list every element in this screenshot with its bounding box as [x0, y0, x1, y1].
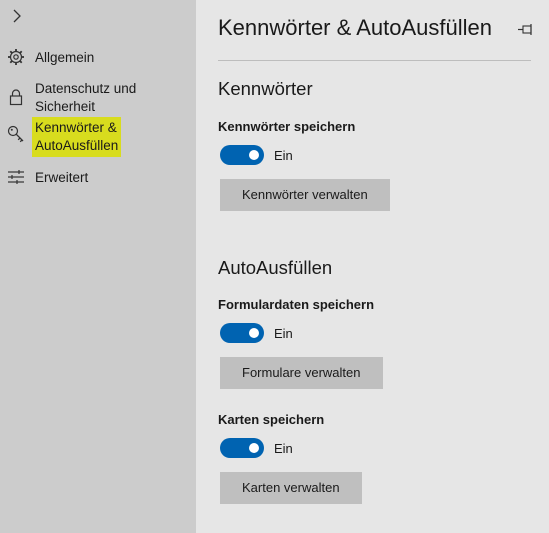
- sidebar: Allgemein Datenschutz und Sicherheit Ken…: [0, 0, 196, 533]
- sidebar-item-label-line1: Kennwörter &: [35, 120, 117, 135]
- sidebar-item-erweitert[interactable]: Erweitert: [0, 167, 196, 189]
- chevron-right-icon[interactable]: [9, 8, 25, 24]
- kennwoerter-verwalten-button[interactable]: Kennwörter verwalten: [220, 179, 390, 211]
- toggle-formulardaten-speichern[interactable]: [220, 323, 264, 343]
- setting-label-formulardaten-speichern: Formulardaten speichern: [218, 297, 375, 312]
- sidebar-item-kennwoerter[interactable]: Kennwörter & AutoAusfüllen: [0, 117, 196, 159]
- lock-icon: [9, 89, 23, 106]
- sliders-icon: [8, 170, 24, 184]
- sidebar-item-allgemein[interactable]: Allgemein: [0, 47, 196, 69]
- toggle-knob: [249, 443, 259, 453]
- toggle-state-text: Ein: [274, 441, 293, 456]
- setting-label-karten-speichern: Karten speichern: [218, 412, 325, 427]
- sidebar-item-label-line2: Sicherheit: [35, 99, 96, 114]
- toggle-kennwoerter-speichern[interactable]: [220, 145, 264, 165]
- toggle-state-text: Ein: [274, 326, 293, 341]
- setting-label-kennwoerter-speichern: Kennwörter speichern: [218, 119, 356, 134]
- active-item-highlight: Kennwörter & AutoAusfüllen: [32, 117, 122, 157]
- key-icon: [7, 125, 24, 143]
- toggle-karten-speichern[interactable]: [220, 438, 264, 458]
- karten-verwalten-button[interactable]: Karten verwalten: [220, 472, 362, 504]
- toggle-knob: [249, 150, 259, 160]
- gear-icon: [8, 49, 24, 65]
- page-title: Kennwörter & AutoAusfüllen: [218, 15, 492, 40]
- sidebar-item-label-line1: Datenschutz und: [35, 81, 137, 96]
- settings-panel: Kennwörter & AutoAusfüllen Kennwörter Ke…: [196, 0, 549, 533]
- pin-icon[interactable]: [517, 23, 535, 37]
- toggle-state-text: Ein: [274, 148, 293, 163]
- sidebar-item-label: Allgemein: [35, 50, 95, 65]
- sidebar-item-label: Erweitert: [35, 170, 89, 185]
- formulare-verwalten-button[interactable]: Formulare verwalten: [220, 357, 383, 389]
- toggle-knob: [249, 328, 259, 338]
- sidebar-item-label-line2: AutoAusfüllen: [35, 138, 119, 153]
- sidebar-item-datenschutz[interactable]: Datenschutz und Sicherheit: [0, 79, 196, 117]
- section-title-autoausfuellen: AutoAusfüllen: [218, 257, 333, 278]
- section-title-kennwoerter: Kennwörter: [218, 78, 313, 99]
- title-divider: [218, 60, 531, 61]
